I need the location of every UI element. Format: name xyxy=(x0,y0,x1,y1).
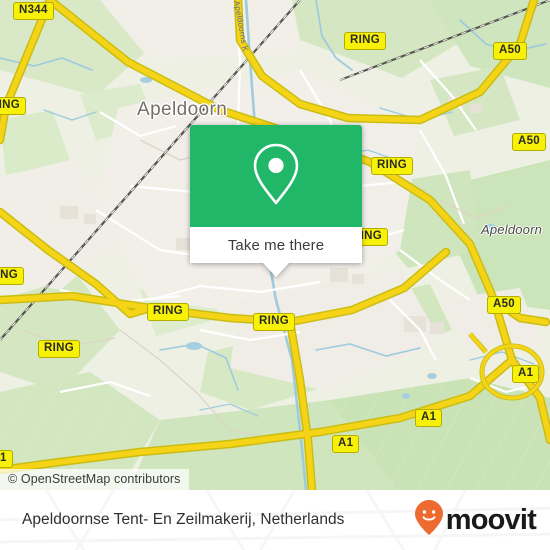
popup-image-panel xyxy=(190,125,362,227)
footer-bar: Apeldoornse Tent- En Zeilmakerij, Nether… xyxy=(0,490,550,550)
road-shield-a1-3: A1 xyxy=(332,435,360,453)
road-shield-n344: N344 xyxy=(13,2,54,20)
road-shield-ring-5: RING xyxy=(0,267,24,285)
road-shield-ring-3: RING xyxy=(371,157,413,175)
road-shield-ring-6: RING xyxy=(147,303,189,321)
location-popup-card[interactable]: Take me there xyxy=(190,125,362,277)
osm-attribution[interactable]: © OpenStreetMap contributors xyxy=(0,469,189,490)
road-shield-ring-2: RING xyxy=(0,97,26,115)
take-me-there-button[interactable]: Take me there xyxy=(190,227,362,263)
road-shield-ring-7: RING xyxy=(253,313,295,331)
location-pin-icon xyxy=(250,141,302,212)
map-screenshot-root: Apeldoorn Apeldoorn Apeldoorns K N344 RI… xyxy=(0,0,550,550)
location-title: Apeldoornse Tent- En Zeilmakerij, Nether… xyxy=(22,511,345,528)
footer-content: Apeldoornse Tent- En Zeilmakerij, Nether… xyxy=(0,490,550,550)
map-canvas[interactable]: Apeldoorn Apeldoorn Apeldoorns K N344 RI… xyxy=(0,0,550,490)
road-shield-a1-1: A1 xyxy=(512,365,540,383)
road-shield-a50-3: A50 xyxy=(487,296,521,314)
road-shield-a50-2: A50 xyxy=(512,133,546,151)
moovit-pin-smiley-icon xyxy=(414,499,444,542)
road-shield-ring-1: RING xyxy=(344,32,386,50)
moovit-logo[interactable]: moovit xyxy=(414,499,537,542)
road-shield-ring-8: RING xyxy=(38,340,80,358)
moovit-wordmark: moovit xyxy=(445,503,537,536)
road-shield-a1-2: A1 xyxy=(415,409,443,427)
road-shield-a1-4: 1 xyxy=(0,450,13,468)
road-shield-a50-1: A50 xyxy=(493,42,527,60)
popup-tail-pointer xyxy=(263,263,289,277)
take-me-there-label: Take me there xyxy=(227,236,325,254)
